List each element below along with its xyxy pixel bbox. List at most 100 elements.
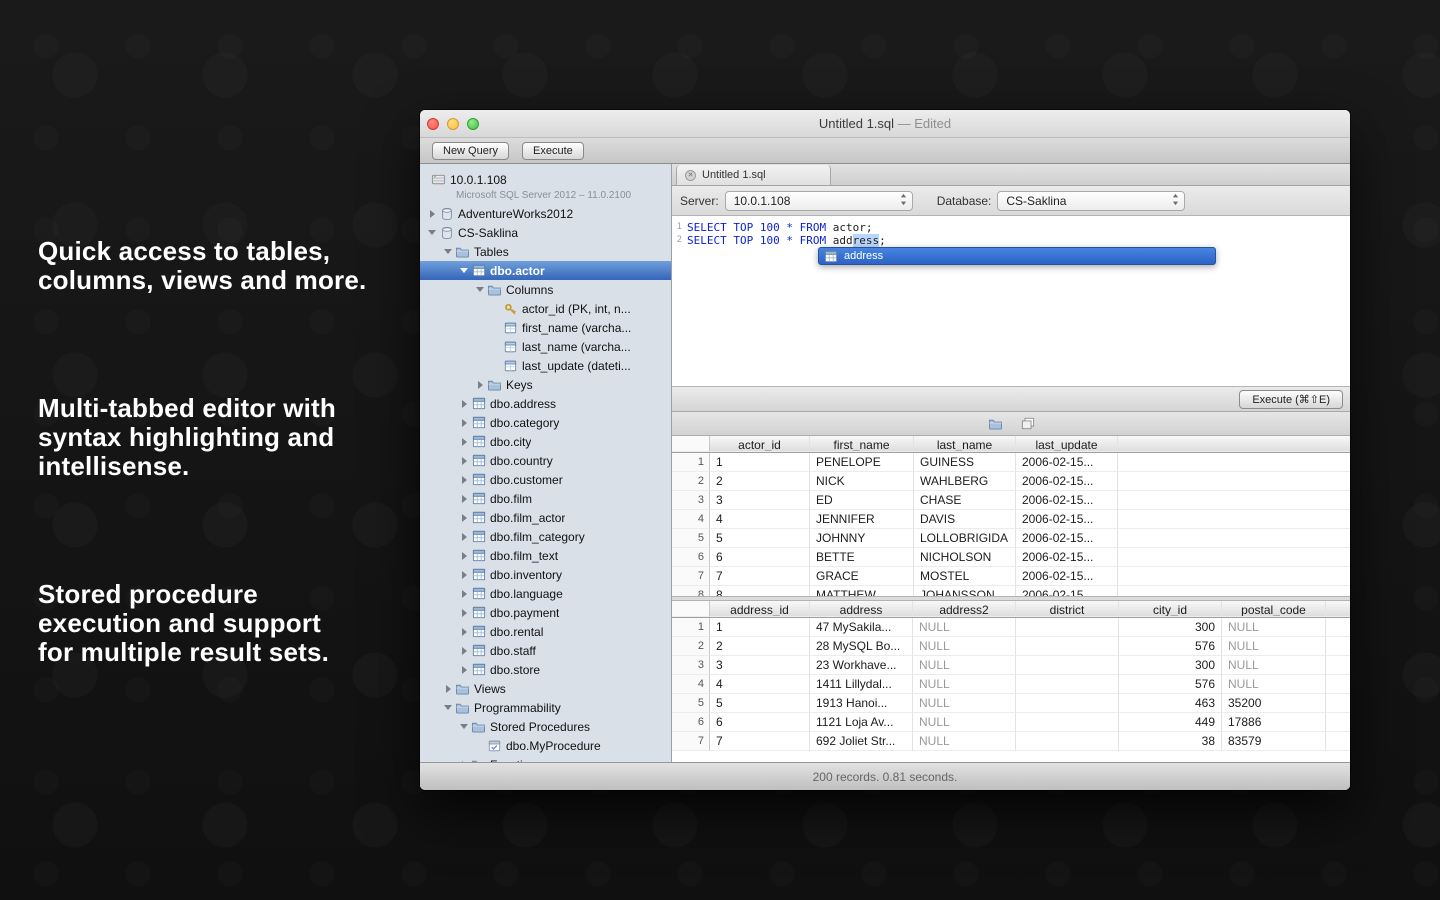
grid-row[interactable]: 33EDCHASE2006-02-15... bbox=[672, 491, 1350, 510]
grid-row[interactable]: 55JOHNNYLOLLOBRIGIDA2006-02-15... bbox=[672, 529, 1350, 548]
tab-close-icon[interactable]: ✕ bbox=[685, 170, 696, 181]
column-header-last-update[interactable]: last_update bbox=[1016, 436, 1118, 452]
tree-item-label: actor_id (PK, int, n... bbox=[519, 302, 631, 316]
column-header-postal-code[interactable]: postal_code bbox=[1222, 601, 1326, 617]
grid-row[interactable]: 66BETTENICHOLSON2006-02-15... bbox=[672, 548, 1350, 567]
server-select[interactable]: 10.0.1.108 bbox=[725, 191, 913, 211]
disclosure-triangle-icon[interactable] bbox=[458, 527, 470, 546]
grid-row[interactable]: 77692 Joliet Str...NULL3883579 bbox=[672, 732, 1350, 751]
tree-item-programmability[interactable]: Programmability bbox=[420, 698, 671, 717]
disclosure-triangle-icon[interactable] bbox=[458, 451, 470, 470]
tree-item-dbo-store[interactable]: dbo.store bbox=[420, 660, 671, 679]
new-query-button[interactable]: New Query bbox=[432, 142, 509, 160]
tree-item-dbo-rental[interactable]: dbo.rental bbox=[420, 622, 671, 641]
tree-item-dbo-inventory[interactable]: dbo.inventory bbox=[420, 565, 671, 584]
disclosure-triangle-icon[interactable] bbox=[458, 261, 470, 280]
tree-item-label: dbo.store bbox=[487, 663, 540, 677]
grid-cell bbox=[1016, 713, 1119, 732]
column-header-actor-id[interactable]: actor_id bbox=[710, 436, 810, 452]
tree-item-first-name-varcha[interactable]: first_name (varcha... bbox=[420, 318, 671, 337]
disclosure-triangle-icon[interactable] bbox=[474, 280, 486, 299]
disclosure-triangle-icon[interactable] bbox=[458, 546, 470, 565]
grid-cell bbox=[1016, 637, 1119, 656]
tree-item-columns[interactable]: Columns bbox=[420, 280, 671, 299]
tree-item-dbo-film-category[interactable]: dbo.film_category bbox=[420, 527, 671, 546]
disclosure-triangle-icon[interactable] bbox=[442, 679, 454, 698]
disclosure-triangle-icon[interactable] bbox=[458, 755, 470, 762]
disclosure-triangle-icon[interactable] bbox=[442, 242, 454, 261]
grid-row[interactable]: 3323 Workhave...NULL300NULL bbox=[672, 656, 1350, 675]
tree-item-last-update-dateti[interactable]: last_update (dateti... bbox=[420, 356, 671, 375]
column-header-first-name[interactable]: first_name bbox=[810, 436, 914, 452]
tree-item-dbo-film[interactable]: dbo.film bbox=[420, 489, 671, 508]
disclosure-triangle-icon[interactable] bbox=[458, 394, 470, 413]
grid-row[interactable]: 441411 Lillydal...NULL576NULL bbox=[672, 675, 1350, 694]
tree-item-dbo-film-text[interactable]: dbo.film_text bbox=[420, 546, 671, 565]
grid-body: 1147 MySakila...NULL300NULL2228 MySQL Bo… bbox=[672, 618, 1350, 751]
tree-item-views[interactable]: Views bbox=[420, 679, 671, 698]
column-header-address-id[interactable]: address_id bbox=[710, 601, 810, 617]
column-header-city-id[interactable]: city_id bbox=[1119, 601, 1222, 617]
disclosure-triangle-icon[interactable] bbox=[458, 508, 470, 527]
disclosure-triangle-icon[interactable] bbox=[426, 204, 438, 223]
grid-row[interactable]: 2228 MySQL Bo...NULL576NULL bbox=[672, 637, 1350, 656]
grid-row[interactable]: 661121 Loja Av...NULL44917886 bbox=[672, 713, 1350, 732]
tree-item-dbo-film-actor[interactable]: dbo.film_actor bbox=[420, 508, 671, 527]
column-header-district[interactable]: district bbox=[1016, 601, 1119, 617]
grid-row[interactable]: 22NICKWAHLBERG2006-02-15... bbox=[672, 472, 1350, 491]
disclosure-triangle-icon[interactable] bbox=[458, 413, 470, 432]
window-titlebar[interactable]: Untitled 1.sql — Edited bbox=[420, 110, 1350, 138]
tree-item-functions[interactable]: Functions bbox=[420, 755, 671, 762]
table-icon bbox=[470, 454, 487, 467]
execute-shortcut-button[interactable]: Execute (⌘⇧E) bbox=[1239, 390, 1343, 409]
grid-row[interactable]: 551913 Hanoi...NULL46335200 bbox=[672, 694, 1350, 713]
disclosure-triangle-icon[interactable] bbox=[458, 489, 470, 508]
disclosure-triangle-icon[interactable] bbox=[458, 622, 470, 641]
tree-item-10-0-1-108[interactable]: 10.0.1.108 bbox=[420, 170, 671, 189]
column-header-address2[interactable]: address2 bbox=[913, 601, 1016, 617]
disclosure-triangle-icon[interactable] bbox=[458, 660, 470, 679]
autocomplete-popup[interactable]: address bbox=[818, 247, 1216, 265]
column-header-last-name[interactable]: last_name bbox=[914, 436, 1016, 452]
disclosure-triangle-icon[interactable] bbox=[442, 698, 454, 717]
grid-row[interactable]: 44JENNIFERDAVIS2006-02-15... bbox=[672, 510, 1350, 529]
disclosure-triangle-icon[interactable] bbox=[458, 565, 470, 584]
tree-item-last-name-varcha[interactable]: last_name (varcha... bbox=[420, 337, 671, 356]
copy-results-icon[interactable] bbox=[1021, 417, 1035, 430]
tree-item-dbo-city[interactable]: dbo.city bbox=[420, 432, 671, 451]
tree-item-dbo-category[interactable]: dbo.category bbox=[420, 413, 671, 432]
tree-item-dbo-actor[interactable]: dbo.actor bbox=[420, 261, 671, 280]
tree-item-stored-procedures[interactable]: Stored Procedures bbox=[420, 717, 671, 736]
tree-item-dbo-country[interactable]: dbo.country bbox=[420, 451, 671, 470]
disclosure-triangle-icon[interactable] bbox=[458, 641, 470, 660]
grid-row[interactable]: 88MATTHEWJOHANSSON2006-02-15... bbox=[672, 586, 1350, 596]
tree-item-dbo-staff[interactable]: dbo.staff bbox=[420, 641, 671, 660]
tree-item-tables[interactable]: Tables bbox=[420, 242, 671, 261]
row-filler bbox=[1326, 637, 1350, 656]
grid-row[interactable]: 11PENELOPEGUINESS2006-02-15... bbox=[672, 453, 1350, 472]
disclosure-triangle-icon[interactable] bbox=[458, 470, 470, 489]
disclosure-triangle-icon[interactable] bbox=[458, 584, 470, 603]
export-results-icon[interactable] bbox=[988, 417, 1003, 430]
disclosure-triangle-icon[interactable] bbox=[426, 223, 438, 242]
disclosure-triangle-icon[interactable] bbox=[458, 603, 470, 622]
tree-item-dbo-myprocedure[interactable]: dbo.MyProcedure bbox=[420, 736, 671, 755]
grid-row[interactable]: 77GRACEMOSTEL2006-02-15... bbox=[672, 567, 1350, 586]
tree-item-actor-id-pk-int-n[interactable]: actor_id (PK, int, n... bbox=[420, 299, 671, 318]
tree-item-cs-saklina[interactable]: CS-Saklina bbox=[420, 223, 671, 242]
execute-toolbar-button[interactable]: Execute bbox=[522, 142, 584, 160]
tree-item-keys[interactable]: Keys bbox=[420, 375, 671, 394]
disclosure-triangle-icon[interactable] bbox=[458, 717, 470, 736]
tree-item-adventureworks2012[interactable]: AdventureWorks2012 bbox=[420, 204, 671, 223]
tree-item-dbo-payment[interactable]: dbo.payment bbox=[420, 603, 671, 622]
tree-item-dbo-address[interactable]: dbo.address bbox=[420, 394, 671, 413]
sql-editor[interactable]: 1SELECT TOP 100 * FROM actor;2SELECT TOP… bbox=[672, 216, 1350, 386]
disclosure-triangle-icon[interactable] bbox=[458, 432, 470, 451]
disclosure-triangle-icon[interactable] bbox=[474, 375, 486, 394]
tree-item-dbo-customer[interactable]: dbo.customer bbox=[420, 470, 671, 489]
tab-untitled-1-sql[interactable]: ✕ Untitled 1.sql bbox=[676, 165, 831, 185]
column-header-address[interactable]: address bbox=[810, 601, 913, 617]
tree-item-dbo-language[interactable]: dbo.language bbox=[420, 584, 671, 603]
grid-row[interactable]: 1147 MySakila...NULL300NULL bbox=[672, 618, 1350, 637]
database-select[interactable]: CS-Saklina bbox=[997, 191, 1185, 211]
